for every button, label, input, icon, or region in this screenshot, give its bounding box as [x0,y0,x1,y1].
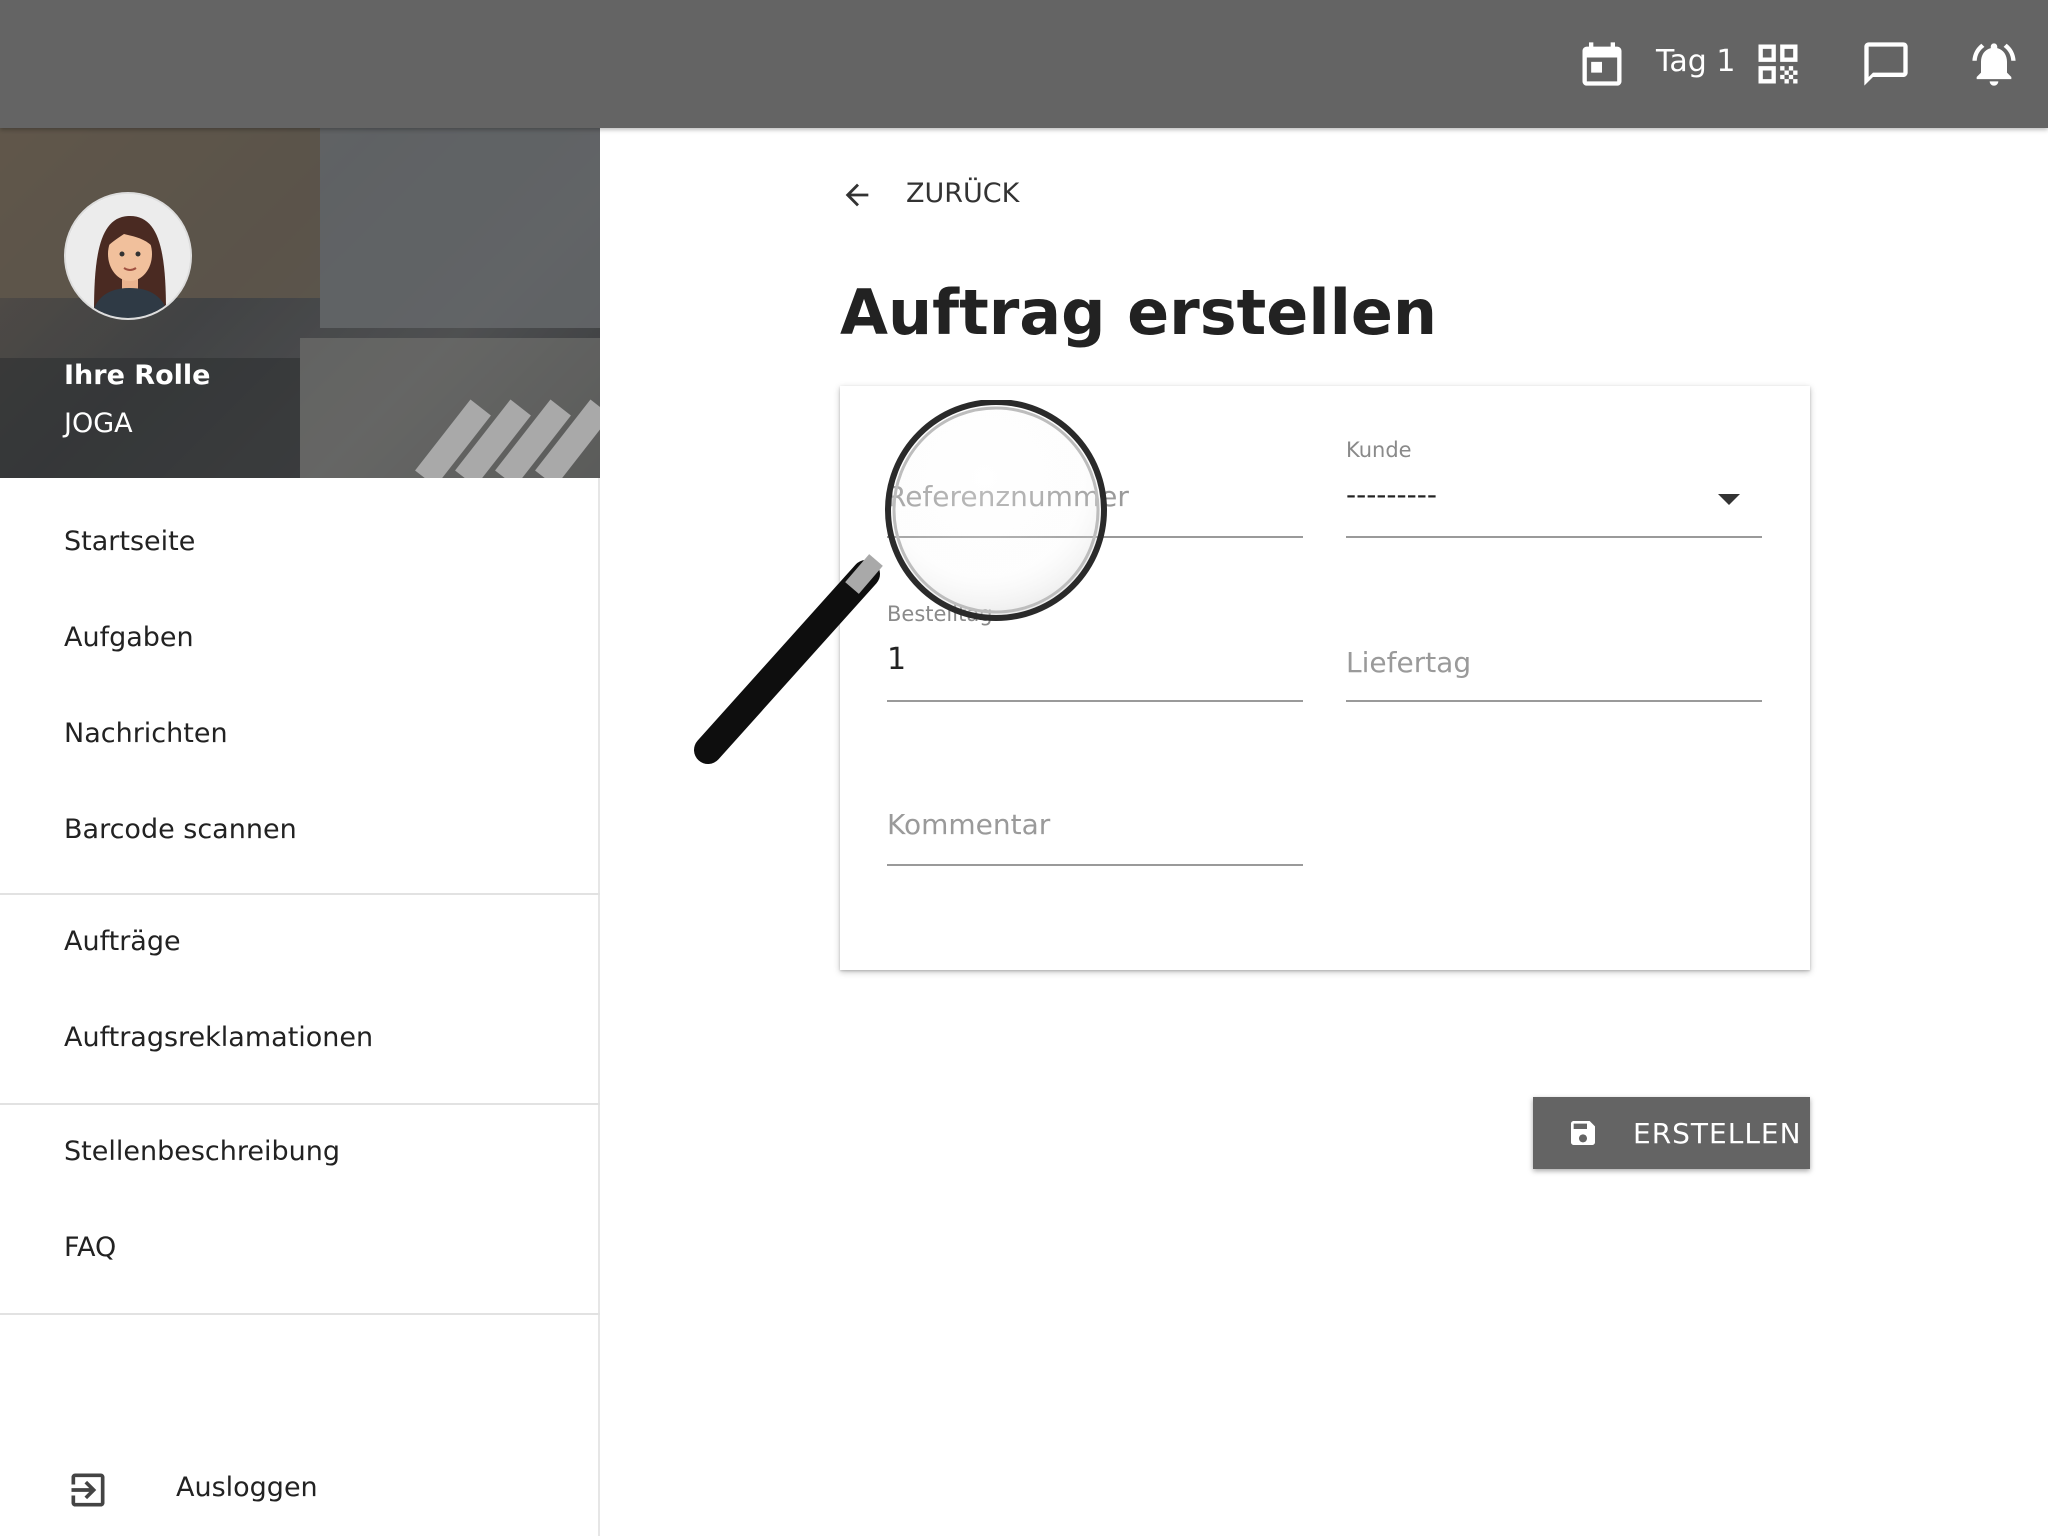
sidebar-item-stellenbeschreibung[interactable]: Stellenbeschreibung [64,1136,340,1167]
sidebar-item-auftraege[interactable]: Aufträge [64,926,181,957]
sidebar-divider [0,893,600,895]
logout-icon[interactable] [66,1468,110,1512]
page-title: Auftrag erstellen [840,276,1438,349]
chat-icon[interactable] [1860,38,1912,90]
sidebar-item-faq[interactable]: FAQ [64,1232,116,1263]
save-icon [1567,1117,1599,1149]
dropdown-caret-icon [1718,494,1740,505]
order-day-field[interactable]: Bestelltag 1 [887,602,1303,702]
comment-field[interactable]: Kommentar [887,776,1303,866]
create-button[interactable]: ERSTELLEN [1533,1097,1810,1169]
sidebar-item-startseite[interactable]: Startseite [64,526,195,557]
reference-number-placeholder: Referenznummer [887,480,1129,513]
sidebar: Ihre Rolle JOGA Startseite Aufgaben Nach… [0,128,600,1536]
sidebar-item-barcode-scannen[interactable]: Barcode scannen [64,814,297,845]
sidebar-item-aufgaben[interactable]: Aufgaben [64,622,194,653]
order-day-label: Bestelltag [887,602,993,626]
delivery-day-placeholder: Liefertag [1346,646,1472,679]
calendar-icon[interactable] [1576,38,1628,90]
order-day-value: 1 [887,642,907,677]
create-button-label: ERSTELLEN [1633,1117,1802,1150]
qr-code-icon[interactable] [1752,38,1804,90]
back-label: ZURÜCK [906,178,1020,209]
reference-number-field[interactable]: Referenznummer [887,446,1303,538]
role-value: JOGA [64,408,133,439]
sidebar-item-ausloggen[interactable]: Ausloggen [176,1472,318,1503]
order-form-card: Referenznummer Kunde --------- Bestellta… [840,386,1810,970]
day-indicator: Tag 1 [1656,44,1736,79]
top-app-bar: Tag 1 [0,0,2048,128]
sidebar-header-image: Ihre Rolle JOGA [0,128,600,478]
sidebar-item-nachrichten[interactable]: Nachrichten [64,718,228,749]
sidebar-divider [0,1103,600,1105]
customer-select[interactable]: Kunde --------- [1346,438,1762,538]
comment-placeholder: Kommentar [887,808,1051,841]
customer-value: --------- [1346,478,1437,511]
delivery-day-field[interactable]: Liefertag [1346,612,1762,702]
sidebar-item-auftragsreklamationen[interactable]: Auftragsreklamationen [64,1022,373,1053]
sidebar-divider [0,1313,600,1315]
avatar [64,192,192,320]
arrow-left-icon [840,178,874,212]
customer-label: Kunde [1346,438,1412,462]
alarm-bell-icon[interactable] [1968,38,2020,90]
role-title: Ihre Rolle [64,360,211,391]
